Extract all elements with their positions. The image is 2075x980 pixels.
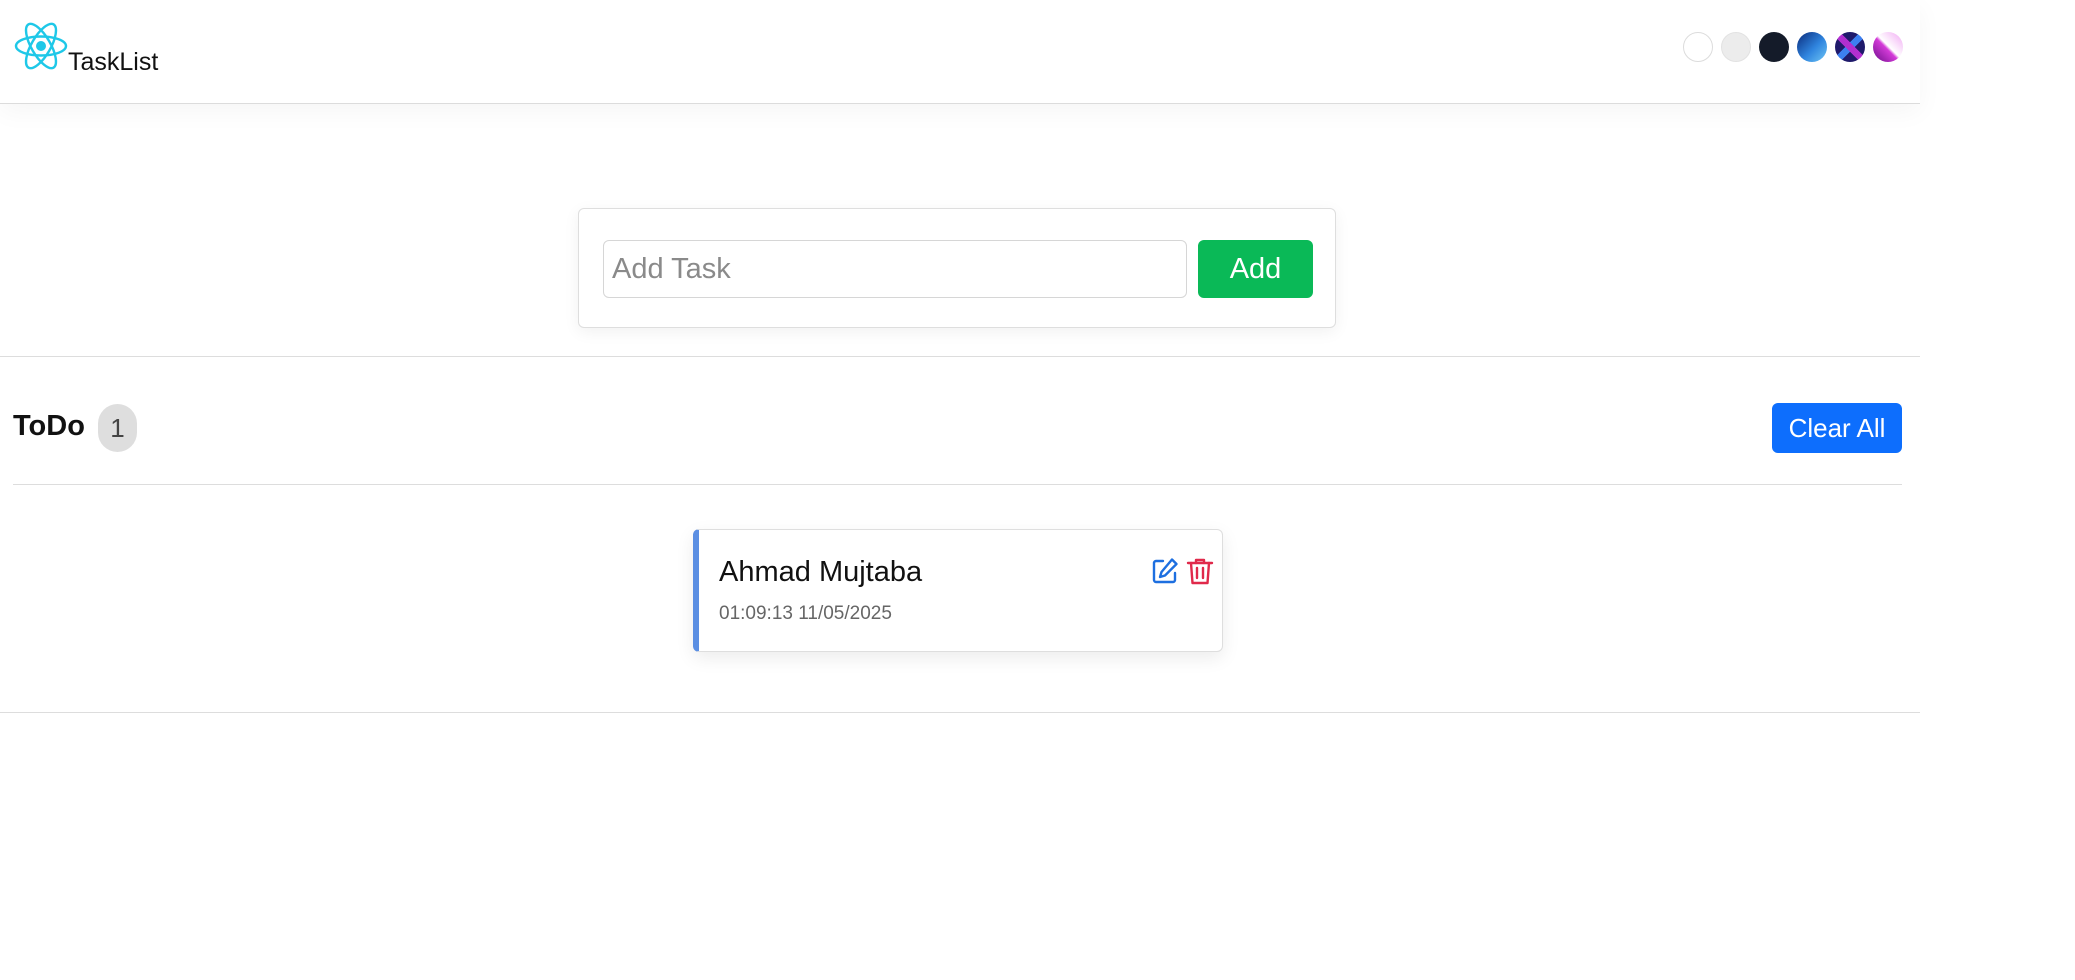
theme-swatch-dark[interactable] — [1759, 32, 1789, 62]
divider — [13, 484, 1902, 485]
task-timestamp: 01:09:13 11/05/2025 — [719, 603, 892, 624]
task-count-badge: 1 — [98, 404, 137, 452]
app: TaskList Add ToDo 1 Clear All Ahmad Mujt… — [0, 0, 1920, 980]
add-button[interactable]: Add — [1198, 240, 1313, 298]
theme-swatch-x[interactable] — [1835, 32, 1865, 62]
task-card: Ahmad Mujtaba 01:09:13 11/05/2025 — [693, 529, 1223, 652]
task-input[interactable] — [603, 240, 1187, 298]
brand-name[interactable]: TaskList — [68, 48, 158, 77]
theme-swatch-white[interactable] — [1683, 32, 1713, 62]
trash-icon[interactable] — [1185, 556, 1215, 586]
edit-icon[interactable] — [1150, 556, 1180, 586]
theme-swatch-gradient[interactable] — [1873, 32, 1903, 62]
divider — [0, 356, 1920, 357]
top-navbar: TaskList — [0, 0, 1920, 104]
theme-swatch-blue[interactable] — [1797, 32, 1827, 62]
theme-switcher — [1683, 32, 1903, 62]
react-atom-icon[interactable] — [13, 18, 69, 74]
divider — [0, 712, 1920, 713]
section-title: ToDo — [13, 410, 85, 442]
clear-all-button[interactable]: Clear All — [1772, 403, 1902, 453]
task-title: Ahmad Mujtaba — [719, 556, 923, 588]
theme-swatch-light[interactable] — [1721, 32, 1751, 62]
add-task-form: Add — [578, 208, 1336, 328]
